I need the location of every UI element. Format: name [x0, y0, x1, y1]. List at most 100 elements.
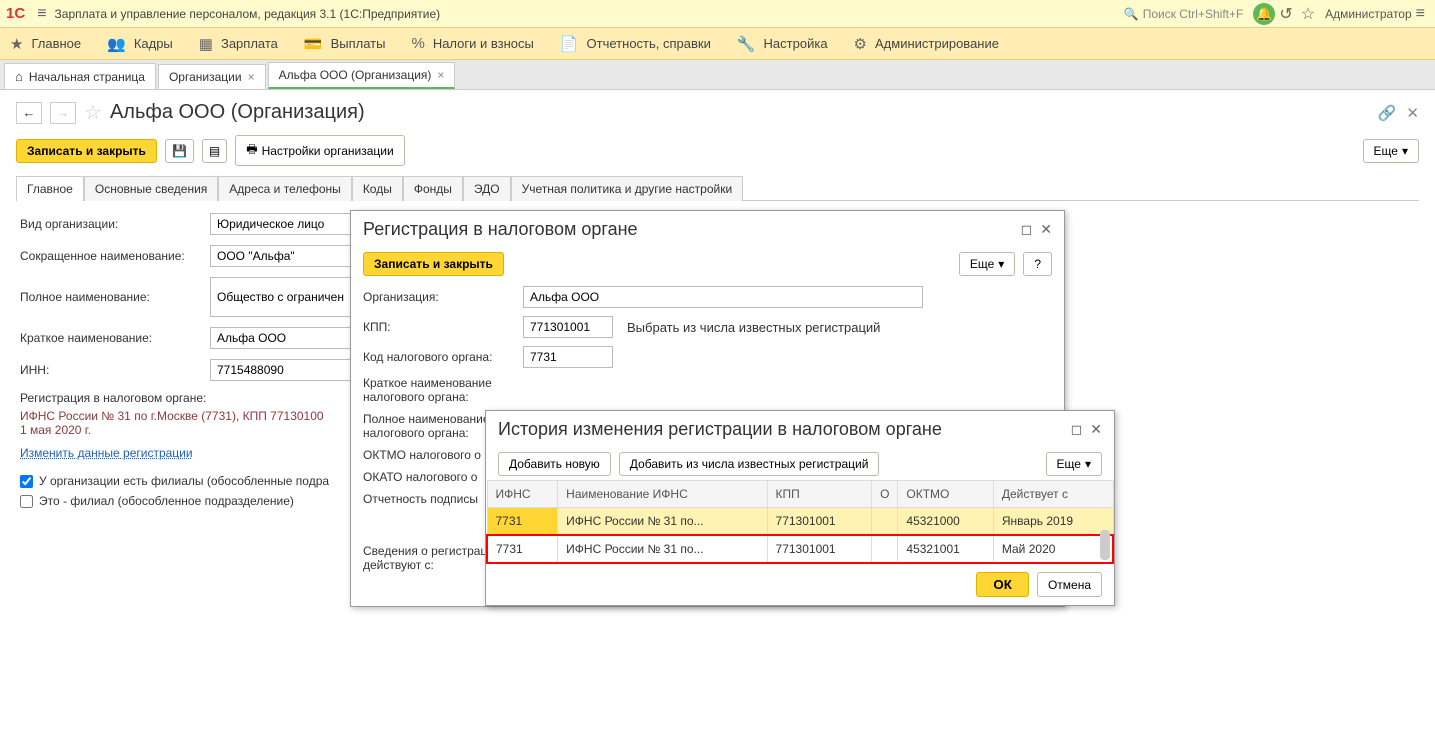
dialog1-save-close-button[interactable]: Записать и закрыть: [363, 252, 504, 276]
table-cell: 7731: [487, 535, 558, 563]
forward-button[interactable]: →: [50, 102, 76, 124]
table-cell: [872, 535, 898, 563]
table-header[interactable]: ОКТМО: [898, 481, 993, 508]
nav-icon: 📄: [560, 35, 579, 53]
nav-item[interactable]: 💳Выплаты: [304, 35, 386, 53]
nav-icon: ★: [10, 35, 23, 53]
has-branches-input[interactable]: [20, 475, 33, 488]
list-button[interactable]: ▤: [202, 139, 227, 163]
dialog1-close-icon[interactable]: ✕: [1040, 221, 1052, 238]
history-icon[interactable]: ↺: [1279, 4, 1292, 24]
search-placeholder: Поиск Ctrl+Shift+F: [1143, 7, 1244, 21]
document-tab[interactable]: Организации×: [158, 64, 266, 89]
notifications-icon[interactable]: 🔔: [1253, 3, 1275, 25]
d1-kpp-input[interactable]: [523, 316, 613, 338]
card-tab[interactable]: Основные сведения: [84, 176, 218, 201]
d1-full-label: Полное наименование налогового органа:: [363, 412, 503, 440]
settings-icon[interactable]: ≡: [1416, 5, 1425, 23]
change-reg-link[interactable]: Изменить данные регистрации: [20, 446, 193, 460]
nav-item[interactable]: 👥 Кадры: [107, 35, 173, 53]
nav-item[interactable]: %Налоги и взносы: [411, 35, 533, 52]
table-cell: 45321000: [898, 508, 993, 536]
nav-label: Зарплата: [221, 36, 278, 51]
table-header[interactable]: ИФНС: [487, 481, 558, 508]
link-icon[interactable]: 🔗: [1378, 104, 1397, 122]
card-tab[interactable]: Главное: [16, 176, 84, 201]
nav-item[interactable]: ▦Зарплата: [199, 35, 278, 53]
d1-code-input[interactable]: [523, 346, 613, 368]
nav-item[interactable]: 📄Отчетность, справки: [560, 35, 711, 53]
sokr-input[interactable]: [210, 245, 360, 267]
add-new-button[interactable]: Добавить новую: [498, 452, 611, 476]
d1-org-label: Организация:: [363, 290, 523, 304]
dialog1-title: Регистрация в налоговом органе: [363, 219, 638, 240]
nav-item[interactable]: ⚙Администрирование: [854, 35, 999, 53]
krat-label: Краткое наименование:: [20, 331, 210, 345]
titlebar: 1C ≡ Зарплата и управление персоналом, р…: [0, 0, 1435, 28]
app-title: Зарплата и управление персоналом, редакц…: [55, 7, 441, 21]
inn-label: ИНН:: [20, 363, 210, 377]
table-header[interactable]: О: [872, 481, 898, 508]
card-tab[interactable]: Учетная политика и другие настройки: [511, 176, 744, 201]
favorite-icon[interactable]: ☆: [1301, 4, 1315, 24]
back-button[interactable]: ←: [16, 102, 42, 124]
d1-org-input[interactable]: [523, 286, 923, 308]
search-box[interactable]: 🔍 Поиск Ctrl+Shift+F: [1124, 7, 1244, 21]
d1-code-label: Код налогового органа:: [363, 350, 523, 364]
document-tab[interactable]: ⌂Начальная страница: [4, 63, 156, 89]
d1-short-label: Краткое наименование налогового органа:: [363, 376, 503, 404]
close-icon[interactable]: ✕: [1406, 104, 1419, 122]
table-header[interactable]: КПП: [767, 481, 872, 508]
table-cell: Май 2020: [993, 535, 1113, 563]
table-header[interactable]: Наименование ИФНС: [558, 481, 767, 508]
cancel-button[interactable]: Отмена: [1037, 572, 1102, 597]
tab-close-icon[interactable]: ×: [248, 70, 255, 84]
dialog2-maximize-icon[interactable]: ◻: [1071, 421, 1083, 438]
nav-item[interactable]: ★ Главное: [10, 35, 81, 53]
user-label[interactable]: Администратор: [1325, 7, 1412, 21]
nav-item[interactable]: 🔧 Настройка: [737, 35, 828, 53]
tab-close-icon[interactable]: ×: [437, 68, 444, 82]
org-settings-button[interactable]: 🖶 Настройки организации: [235, 135, 404, 166]
table-row[interactable]: 7731ИФНС России № 31 по...77130100145321…: [487, 535, 1113, 563]
search-icon: 🔍: [1124, 7, 1139, 21]
document-tabs: ⌂Начальная страницаОрганизации×Альфа ООО…: [0, 60, 1435, 90]
nav-icon: 👥: [107, 35, 126, 53]
card-tab[interactable]: Фонды: [403, 176, 463, 201]
dialog2-close-icon[interactable]: ✕: [1090, 421, 1102, 438]
card-tabs: ГлавноеОсновные сведенияАдреса и телефон…: [16, 176, 1419, 201]
dialog2-more-button[interactable]: Еще ▾: [1046, 452, 1102, 476]
table-cell: 771301001: [767, 508, 872, 536]
nav-label: Кадры: [134, 36, 173, 51]
nav-label: Администрирование: [875, 36, 999, 51]
save-button[interactable]: 💾: [165, 139, 194, 163]
nav-icon: 🔧: [737, 35, 756, 53]
add-known-button[interactable]: Добавить из числа известных регистраций: [619, 452, 880, 476]
vid-label: Вид организации:: [20, 217, 210, 231]
dialog1-more-button[interactable]: Еще ▾: [959, 252, 1015, 276]
star-icon[interactable]: ☆: [84, 100, 102, 125]
dialog1-help-button[interactable]: ?: [1023, 252, 1052, 276]
dialog1-maximize-icon[interactable]: ◻: [1021, 221, 1033, 238]
d1-kpp-link[interactable]: Выбрать из числа известных регистраций: [627, 320, 880, 335]
nav-icon: %: [411, 35, 424, 52]
ok-button[interactable]: ОК: [976, 572, 1029, 597]
nav-label: Настройка: [764, 36, 828, 51]
table-header[interactable]: Действует с: [993, 481, 1113, 508]
menu-icon[interactable]: ≡: [37, 5, 46, 23]
d1-kpp-label: КПП:: [363, 320, 523, 334]
table-row[interactable]: 7731ИФНС России № 31 по...77130100145321…: [487, 508, 1113, 536]
tab-label: Начальная страница: [29, 70, 145, 84]
card-tab[interactable]: Коды: [352, 176, 403, 201]
card-tab[interactable]: ЭДО: [463, 176, 511, 201]
nav-label: Главное: [31, 36, 81, 51]
sokr-label: Сокращенное наименование:: [20, 249, 210, 263]
history-table: ИФНСНаименование ИФНСКППООКТМОДействует …: [486, 480, 1114, 564]
poln-input[interactable]: [210, 277, 360, 317]
table-cell: 7731: [487, 508, 558, 536]
save-close-button[interactable]: Записать и закрыть: [16, 139, 157, 163]
is-branch-input[interactable]: [20, 495, 33, 508]
more-button[interactable]: Еще ▾: [1363, 139, 1419, 163]
card-tab[interactable]: Адреса и телефоны: [218, 176, 352, 201]
document-tab[interactable]: Альфа ООО (Организация)×: [268, 62, 456, 89]
